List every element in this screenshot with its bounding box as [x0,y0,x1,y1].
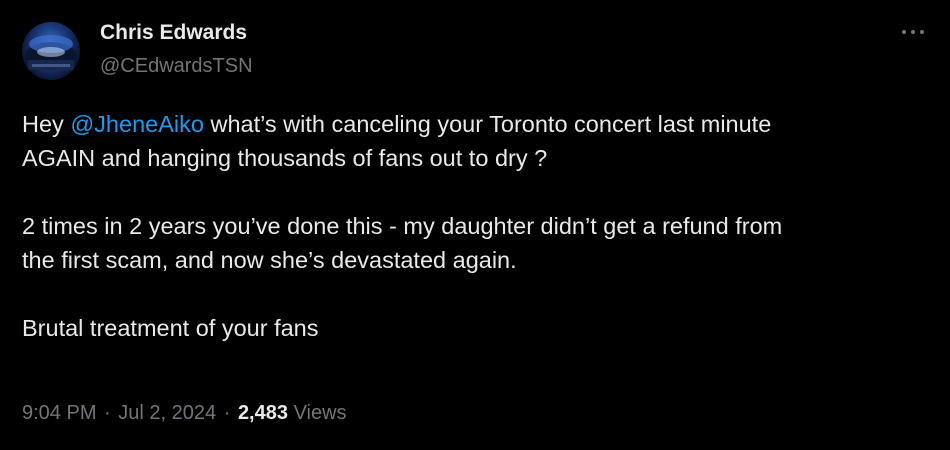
tweet-line: Brutal treatment of your fans [22,315,319,341]
author-name[interactable]: Chris Edwards [100,20,247,46]
more-horizontal-icon[interactable] [900,22,926,42]
tweet-text: Hey @JheneAiko what’s with canceling you… [22,107,932,345]
avatar[interactable] [22,22,80,80]
tweet-line: AGAIN and hanging thousands of fans out … [22,145,548,171]
tweet-text-segment: Hey [22,111,71,137]
tweet-line: the first scam, and now she’s devastated… [22,247,517,273]
tweet-card: Chris Edwards @CEdwardsTSN Hey @JheneAik… [0,0,950,450]
avatar-image [25,35,77,70]
tweet-text-segment: what’s with canceling your Toronto conce… [203,111,772,137]
author-handle[interactable]: @CEdwardsTSN [100,53,253,79]
separator-dot: · [223,402,231,424]
tweet-date[interactable]: Jul 2, 2024 [118,402,216,424]
tweet-line: 2 times in 2 years you’ve done this - my… [22,213,783,239]
views-label: Views [293,402,347,424]
tweet-time[interactable]: 9:04 PM [22,402,96,424]
tweet-line: Hey @JheneAiko what’s with canceling you… [22,107,932,141]
tweet-meta: 9:04 PM · Jul 2, 2024 · 2,483 Views [22,398,347,428]
mention-link[interactable]: @JheneAiko [70,111,204,137]
separator-dot: · [104,402,111,424]
views-count: 2,483 [237,402,288,424]
